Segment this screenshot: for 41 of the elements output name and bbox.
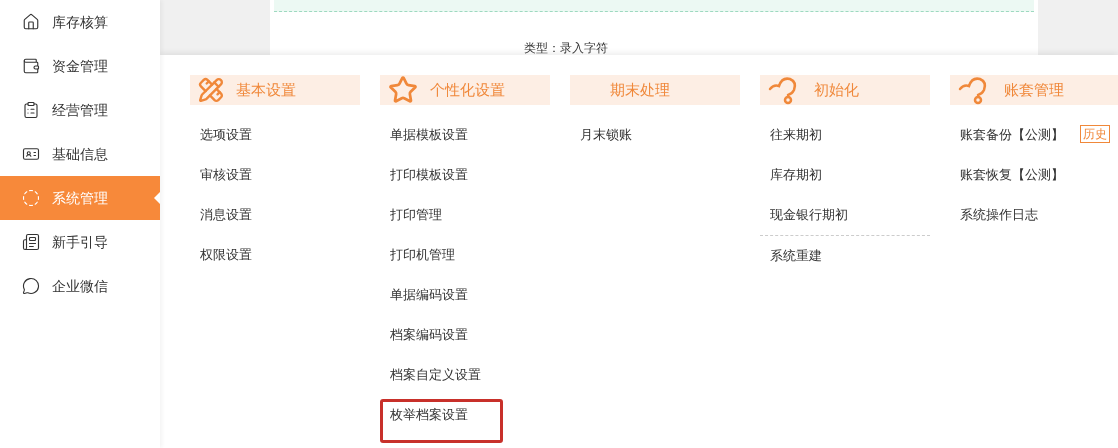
menu-item[interactable]: 单据模板设置 [380,125,468,145]
menu-item[interactable]: 库存期初 [760,165,822,185]
sidebar-item[interactable]: 企业微信 [0,264,160,308]
sidebar-item[interactable]: 经营管理 [0,88,160,132]
menu-item[interactable]: 系统操作日志 [950,205,1038,225]
menu-item[interactable]: 现金银行期初 [760,205,848,225]
house-icon [22,13,40,31]
column-title: 个性化设置 [430,79,505,100]
menu-item[interactable]: 账套备份【公测】 [950,125,1064,145]
menu-item[interactable]: 账套恢复【公测】 [950,165,1064,185]
column-title: 基本设置 [236,79,296,100]
menu-item[interactable]: 单据编码设置 [380,285,468,305]
menu-item[interactable]: 打印机管理 [380,245,455,265]
pencil-ruler-icon [198,77,224,103]
menu-item[interactable]: 审核设置 [190,165,252,185]
menu-item[interactable]: 枚举档案设置 [380,405,468,425]
dashed-circle-icon [22,189,40,207]
field-label: 类型：录入字符 [524,41,608,55]
sidebar-item[interactable]: 新手引导 [0,220,160,264]
menu-item[interactable]: 往来期初 [760,125,822,145]
sidebar-item[interactable]: 库存核算 [0,0,160,44]
menu-item[interactable]: 档案自定义设置 [380,365,481,385]
menu-item[interactable]: 月末锁账 [570,125,632,145]
star-icon [388,75,418,105]
menu-item[interactable]: 打印模板设置 [380,165,468,185]
column-title: 账套管理 [1004,79,1064,100]
menu-item[interactable]: 打印管理 [380,205,442,225]
wallet-icon [22,57,40,75]
menu-item[interactable]: 消息设置 [190,205,252,225]
id-card-icon [22,145,40,163]
sidebar-item[interactable]: 资金管理 [0,44,160,88]
column-title: 初始化 [814,79,859,100]
menu-item[interactable]: 权限设置 [190,245,252,265]
column-title: 期末处理 [610,79,670,100]
newspaper-icon [22,233,40,251]
clipboard-icon [22,101,40,119]
chat-bubble-icon [22,277,40,295]
menu-item[interactable]: 档案编码设置 [380,325,468,345]
sidebar-item[interactable]: 基础信息 [0,132,160,176]
menu-item[interactable]: 系统重建 [760,246,822,266]
menu-item[interactable]: 选项设置 [190,125,252,145]
